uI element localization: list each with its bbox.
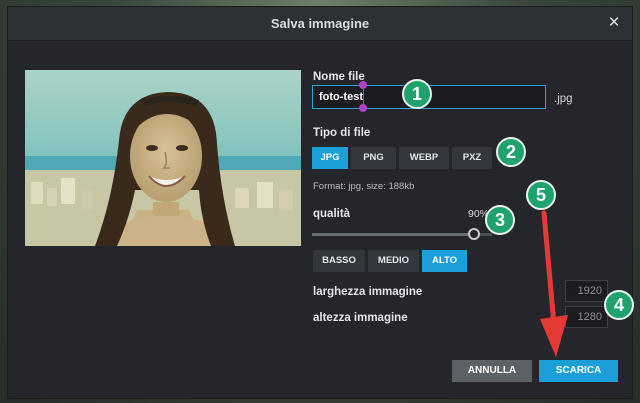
quality-slider-fill [312,233,474,236]
quality-preset-low-button[interactable]: BASSO [313,250,365,272]
cancel-button[interactable]: ANNULLA [452,360,532,382]
annotation-arrow [540,210,568,357]
arrow-head [540,315,568,357]
text-selection-caret [363,89,364,105]
file-type-webp-button[interactable]: WEBP [399,147,449,169]
file-type-png-button[interactable]: PNG [351,147,396,169]
image-preview [25,70,301,246]
annotation-badge-4: 4 [604,290,634,320]
file-extension: .jpg [554,93,573,105]
annotation-badge-2: 2 [496,137,526,167]
image-height-label: altezza immagine [313,312,408,324]
file-type-pxz-button[interactable]: PXZ [452,147,492,169]
annotation-badge-5: 5 [526,180,556,210]
arrow-shaft [541,210,557,328]
portrait-photo [25,70,301,246]
quality-slider-track[interactable] [312,233,492,236]
file-name-label: Nome file [313,71,365,83]
file-type-label: Tipo di file [313,127,371,139]
quality-preset-medium-button[interactable]: MEDIO [368,250,419,272]
image-width-label: larghezza immagine [313,286,423,298]
quality-preset-selector: BASSO MEDIO ALTO [313,250,470,272]
quality-preset-high-button[interactable]: ALTO [422,250,467,272]
dialog-header: Salva immagine × [8,7,632,41]
annotation-badge-3: 3 [485,205,515,235]
close-icon[interactable]: × [605,13,623,33]
image-height-input[interactable] [565,306,608,328]
file-type-selector: JPG PNG WEBP PXZ [312,147,495,169]
image-width-input[interactable] [565,280,608,302]
quality-label: qualità [313,208,351,220]
quality-slider-handle[interactable] [468,228,480,240]
selection-handle-top[interactable] [359,81,367,89]
dialog-title: Salva immagine [270,16,370,31]
annotation-badge-1: 1 [402,79,432,109]
file-type-jpg-button[interactable]: JPG [312,147,348,169]
format-size-info: Format: jpg, size: 188kb [313,181,415,192]
selection-handle-bottom[interactable] [359,104,367,112]
save-image-dialog: Salva immagine × Nome file foto-test .jp… [8,7,634,398]
